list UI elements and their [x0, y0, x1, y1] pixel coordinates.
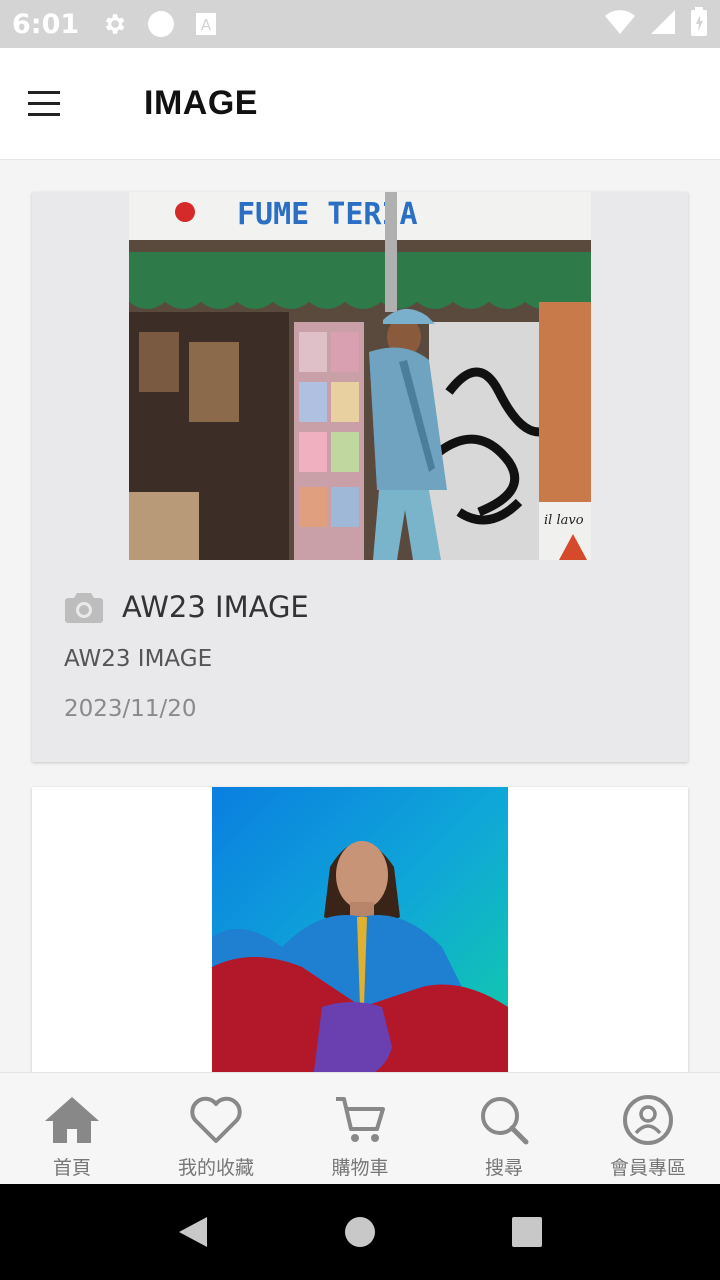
image-card[interactable]	[32, 787, 688, 1072]
nav-label: 首頁	[52, 1157, 91, 1179]
signal-icon	[650, 9, 676, 39]
cart-icon	[333, 1095, 387, 1149]
battery-icon	[690, 7, 708, 41]
image-list[interactable]: FUME TERIA il lavo AW23 IMAGE AW23 IMAGE…	[0, 160, 720, 1072]
nav-label: 搜尋	[484, 1157, 523, 1179]
circle-icon	[147, 10, 175, 38]
nav-item-cart[interactable]: 購物車	[288, 1073, 432, 1184]
wifi-icon	[604, 9, 636, 39]
search-icon	[477, 1095, 531, 1149]
home-icon	[44, 1095, 100, 1149]
font-icon: A	[195, 12, 217, 36]
card-photo[interactable]: FUME TERIA il lavo	[129, 192, 591, 560]
bottom-navigation: 首頁 我的收藏 購物車 搜尋 會員專區	[0, 1072, 720, 1184]
settings-icon	[101, 11, 127, 37]
heart-icon	[189, 1095, 243, 1149]
nav-label: 會員專區	[609, 1157, 686, 1179]
image-card[interactable]: FUME TERIA il lavo AW23 IMAGE AW23 IMAGE…	[32, 192, 688, 762]
card-date: 2023/11/20	[64, 696, 197, 722]
nav-item-favorites[interactable]: 我的收藏	[144, 1073, 288, 1184]
home-circle-icon[interactable]	[330, 1202, 390, 1262]
card-subtitle: AW23 IMAGE	[64, 646, 213, 672]
nav-label: 我的收藏	[177, 1157, 254, 1179]
nav-item-account[interactable]: 會員專區	[576, 1073, 720, 1184]
camera-icon	[64, 590, 104, 624]
card-title: AW23 IMAGE	[122, 590, 309, 624]
nav-label: 購物車	[331, 1157, 389, 1179]
account-icon	[621, 1095, 675, 1149]
status-bar: 6:01 A	[0, 0, 720, 48]
nav-item-search[interactable]: 搜尋	[432, 1073, 576, 1184]
sign2-text: il lavo	[544, 513, 584, 528]
hamburger-menu-icon[interactable]	[28, 76, 84, 132]
status-time: 6:01	[12, 8, 80, 40]
back-icon[interactable]	[163, 1202, 223, 1262]
app-bar: IMAGE	[0, 48, 720, 160]
nav-item-home[interactable]: 首頁	[0, 1073, 144, 1184]
card-photo[interactable]	[212, 787, 508, 1072]
card-info: AW23 IMAGE AW23 IMAGE 2023/11/20	[64, 590, 309, 722]
system-navigation-bar	[0, 1184, 720, 1280]
page-title: IMAGE	[144, 84, 258, 122]
recents-icon[interactable]	[497, 1202, 557, 1262]
svg-text:A: A	[201, 16, 212, 34]
